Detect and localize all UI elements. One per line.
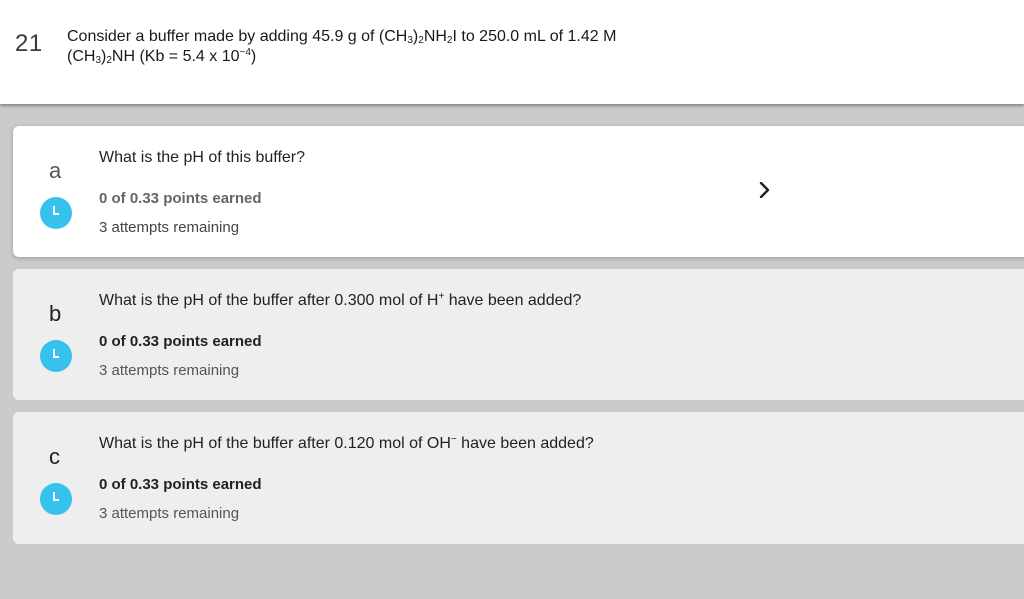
- part-prompt: What is the pH of the buffer after 0.300…: [99, 291, 582, 310]
- clock-icon: [40, 483, 72, 515]
- attempts-remaining: 3 attempts remaining: [99, 362, 240, 379]
- part-letter: a: [49, 158, 62, 183]
- part-b-card[interactable]: b What is the pH of the buffer after 0.3…: [13, 269, 1024, 400]
- part-letter: c: [49, 444, 60, 469]
- chevron-right-icon[interactable]: [759, 182, 771, 198]
- attempts-remaining: 3 attempts remaining: [99, 505, 240, 522]
- part-prompt: What is the pH of the buffer after 0.120…: [99, 434, 594, 453]
- question-header: 21 Consider a buffer made by adding 45.9…: [0, 0, 1024, 104]
- part-a-card[interactable]: a What is the pH of this buffer? 0 of 0.…: [13, 126, 1024, 257]
- attempts-remaining: 3 attempts remaining: [99, 219, 240, 236]
- part-letter: b: [49, 301, 62, 326]
- clock-icon: [40, 340, 72, 372]
- points-earned: 0 of 0.33 points earned: [99, 476, 262, 493]
- part-prompt: What is the pH of this buffer?: [99, 149, 306, 166]
- question-number: 21: [15, 30, 43, 57]
- points-earned: 0 of 0.33 points earned: [99, 333, 262, 350]
- question-text: Consider a buffer made by adding 45.9 g …: [67, 28, 617, 66]
- points-earned: 0 of 0.33 points earned: [99, 190, 262, 207]
- clock-icon: [40, 197, 72, 229]
- part-c-card[interactable]: c What is the pH of the buffer after 0.1…: [13, 412, 1024, 544]
